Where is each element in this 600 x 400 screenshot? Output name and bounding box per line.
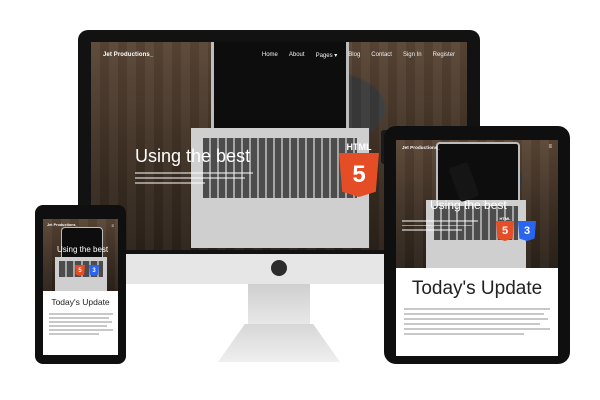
css3-badge: 3 [518, 216, 536, 241]
tablet-device: Using the best HTML 5 3 Jet Productions_… [384, 126, 570, 364]
nav-sign-in[interactable]: Sign In [403, 52, 422, 59]
html5-badge: 5 [75, 265, 85, 276]
section-text [49, 313, 113, 353]
nav-about[interactable]: About [289, 52, 305, 59]
hero-text [402, 220, 482, 234]
nav-register[interactable]: Register [433, 52, 455, 59]
site-brand[interactable]: Jet Productions_ [402, 145, 440, 150]
tablet-hero: Using the best HTML 5 3 Jet Productions_… [396, 140, 558, 268]
tablet-navbar: Jet Productions_ ≡ [396, 140, 558, 154]
desktop-nav-links: Home About Pages ▾ Blog Contact Sign In … [262, 52, 455, 59]
section-text [404, 308, 550, 356]
tablet-screen: Using the best HTML 5 3 Jet Productions_… [396, 140, 558, 356]
css3-icon: 3 [518, 221, 536, 241]
hero-text [135, 172, 255, 187]
site-brand[interactable]: Jet Productions_ [103, 52, 153, 58]
html5-icon: 5 [496, 221, 514, 241]
hero-title: Using the best [57, 245, 109, 254]
nav-blog[interactable]: Blog [348, 52, 360, 59]
monitor-stand-neck [248, 284, 310, 326]
nav-contact[interactable]: Contact [371, 52, 392, 59]
html5-icon: 5 [339, 153, 379, 197]
phone-screen: Using the best 5 3 Jet Productions_ ≡ To… [43, 219, 118, 355]
phone-device: Using the best 5 3 Jet Productions_ ≡ To… [35, 205, 126, 364]
html5-badge: HTML 5 [496, 216, 514, 241]
section-title: Today's Update [411, 278, 543, 299]
site-brand[interactable]: Jet Productions_ [47, 223, 78, 227]
html5-icon: 5 [75, 265, 85, 276]
section-title: Today's Update [51, 297, 110, 307]
css3-badge: 3 [89, 265, 99, 276]
phone-navbar: Jet Productions_ ≡ [43, 219, 118, 231]
monitor-stand-base [218, 324, 340, 362]
css3-icon: 3 [89, 265, 99, 276]
nav-pages[interactable]: Pages ▾ [316, 52, 338, 59]
phone-hero: Using the best 5 3 Jet Productions_ ≡ [43, 219, 118, 291]
hamburger-icon[interactable]: ≡ [111, 223, 114, 228]
hamburger-icon[interactable]: ≡ [548, 144, 552, 150]
desktop-navbar: Jet Productions_ Home About Pages ▾ Blog… [91, 42, 467, 68]
html5-badge: HTML 5 [339, 142, 379, 197]
monitor-logo-dot [271, 260, 287, 276]
nav-home[interactable]: Home [262, 52, 278, 59]
hero-title: Using the best [135, 146, 251, 166]
hero-title: Using the best [430, 198, 507, 212]
